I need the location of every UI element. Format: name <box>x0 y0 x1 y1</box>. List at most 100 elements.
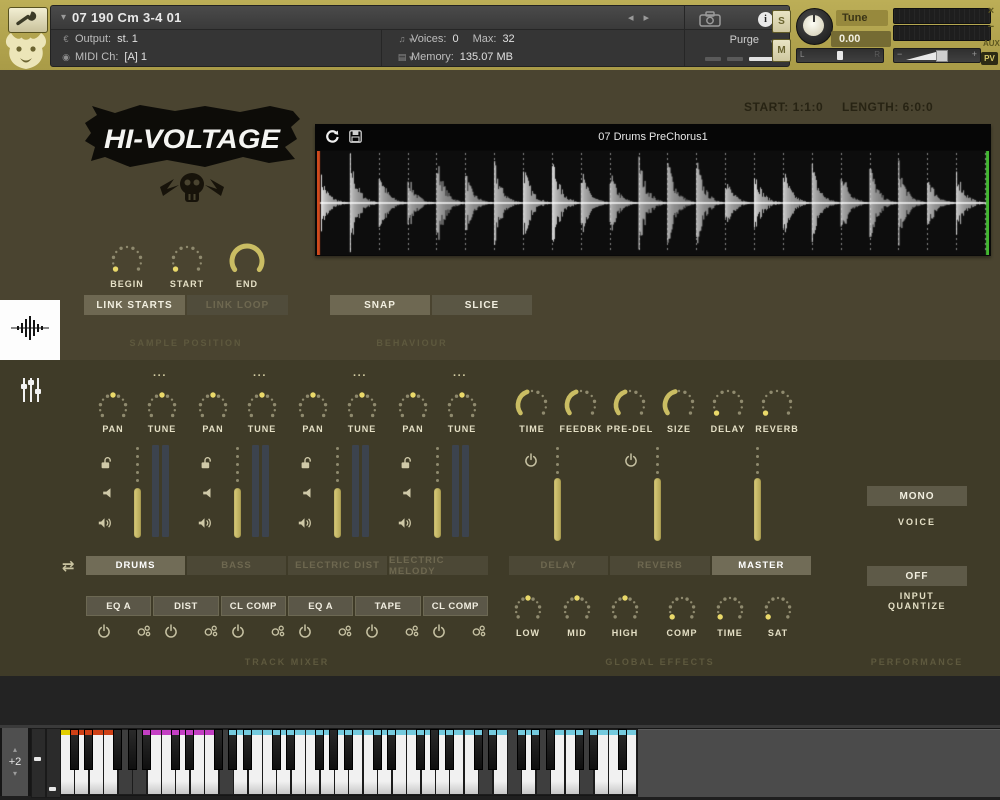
black-key-27[interactable] <box>445 729 454 770</box>
channel-2-volume-fader-handle[interactable] <box>234 488 241 538</box>
knob-master-high[interactable] <box>606 591 644 629</box>
volume-slider[interactable]: − + <box>893 48 981 63</box>
fx-slot-2-edit-icon[interactable] <box>203 624 219 643</box>
snapshot-camera-icon[interactable] <box>699 11 721 32</box>
black-key-1[interactable] <box>70 729 79 770</box>
knob-tune-2[interactable] <box>242 388 282 428</box>
knob-master-comp[interactable] <box>663 591 701 629</box>
reverb-return-fader-handle[interactable] <box>654 478 661 541</box>
black-key-32[interactable] <box>517 729 526 770</box>
mixer-tab-electric-dist[interactable]: ELECTRIC DIST <box>288 556 387 575</box>
tune-value[interactable]: 0.00 <box>831 31 891 47</box>
fx-slot-1-eq-a[interactable]: EQ A <box>86 596 151 616</box>
channel-3-lock-icon[interactable] <box>300 456 313 475</box>
fx-slot-2-power-icon[interactable] <box>164 624 178 643</box>
midi-value[interactable]: [A] 1 <box>124 51 147 63</box>
channel-4-max-volume-icon[interactable] <box>398 516 413 534</box>
fx-slot-3-edit-icon[interactable] <box>270 624 286 643</box>
channel-1-volume-fader-handle[interactable] <box>134 488 141 538</box>
input-quantize-button[interactable]: OFF <box>867 566 967 586</box>
channel-4-volume-fader[interactable] <box>429 447 445 538</box>
black-key-23[interactable] <box>387 729 396 770</box>
knob-tune-4[interactable] <box>442 388 482 428</box>
delay-return-fader[interactable] <box>549 447 565 541</box>
black-key-11[interactable] <box>214 729 223 770</box>
knob-pan-1[interactable] <box>93 388 133 428</box>
knob-master-low[interactable] <box>509 591 547 629</box>
tune-menu-icon-4[interactable]: ··· <box>453 370 467 382</box>
fx-slot-5-power-icon[interactable] <box>365 624 379 643</box>
fx-slot-1-power-icon[interactable] <box>97 624 111 643</box>
black-key-9[interactable] <box>185 729 194 770</box>
knob-pan-2[interactable] <box>193 388 233 428</box>
black-key-33[interactable] <box>531 729 540 770</box>
instrument-title-bar[interactable]: ▾ 07 190 Cm 3-4 01 <box>51 6 789 30</box>
knob-begin[interactable] <box>106 240 148 282</box>
channel-1-min-volume-icon[interactable] <box>102 486 113 504</box>
pitch-wheel[interactable] <box>31 728 46 798</box>
fx-slot-6-power-icon[interactable] <box>432 624 446 643</box>
channel-3-volume-fader[interactable] <box>329 447 345 538</box>
delay-return-fader-handle[interactable] <box>554 478 561 541</box>
master-return-fader-handle[interactable] <box>754 478 761 541</box>
black-key-34[interactable] <box>546 729 555 770</box>
pv-button[interactable]: PV <box>981 52 998 65</box>
channel-4-min-volume-icon[interactable] <box>402 486 413 504</box>
pan-slider[interactable]: L R <box>796 48 884 63</box>
knob-start[interactable] <box>166 240 208 282</box>
channel-1-volume-fader[interactable] <box>129 447 145 538</box>
black-key-26[interactable] <box>430 729 439 770</box>
knob-send-pre-del[interactable] <box>609 384 651 426</box>
master-tune-knob[interactable] <box>796 8 833 45</box>
black-key-29[interactable] <box>474 729 483 770</box>
channel-1-max-volume-icon[interactable] <box>98 516 113 534</box>
black-key-37[interactable] <box>589 729 598 770</box>
black-key-22[interactable] <box>373 729 382 770</box>
black-key-30[interactable] <box>488 729 497 770</box>
channel-3-max-volume-icon[interactable] <box>298 516 313 534</box>
pan-handle[interactable] <box>837 51 843 60</box>
channel-4-volume-fader-handle[interactable] <box>434 488 441 538</box>
black-key-36[interactable] <box>575 729 584 770</box>
channel-3-volume-fader-handle[interactable] <box>334 488 341 538</box>
black-key-19[interactable] <box>329 729 338 770</box>
black-key-4[interactable] <box>113 729 122 770</box>
channel-2-max-volume-icon[interactable] <box>198 516 213 534</box>
knob-pan-4[interactable] <box>393 388 433 428</box>
collapse-caret-icon[interactable]: ▾ <box>51 12 72 23</box>
black-key-25[interactable] <box>416 729 425 770</box>
prev-instrument-icon[interactable]: ◂ <box>628 12 644 24</box>
global-tab-reverb[interactable]: REVERB <box>610 556 709 575</box>
fx-slot-4-power-icon[interactable] <box>298 624 312 643</box>
mixer-tab-electric-melody[interactable]: ELECTRIC MELODY <box>389 556 488 575</box>
minimize-button[interactable]: − <box>983 21 999 33</box>
reverb-return-fader[interactable] <box>649 447 665 541</box>
knob-master-time[interactable] <box>711 591 749 629</box>
solo-button[interactable]: S <box>772 10 791 33</box>
black-key-15[interactable] <box>272 729 281 770</box>
knob-pan-3[interactable] <box>293 388 333 428</box>
mono-voice-button[interactable]: MONO <box>867 486 967 506</box>
fx-slot-5-tape[interactable]: TAPE <box>355 596 420 616</box>
black-key-8[interactable] <box>171 729 180 770</box>
fx-slot-4-edit-icon[interactable] <box>337 624 353 643</box>
edit-wrench-button[interactable] <box>8 7 48 33</box>
mixer-tab-drums[interactable]: DRUMS <box>86 556 185 575</box>
channel-4-lock-icon[interactable] <box>400 456 413 475</box>
black-key-39[interactable] <box>618 729 627 770</box>
channel-2-min-volume-icon[interactable] <box>202 486 213 504</box>
knob-end[interactable] <box>225 239 269 283</box>
master-return-fader[interactable] <box>749 447 765 541</box>
fx-slot-4-eq-a[interactable]: EQ A <box>288 596 353 616</box>
fx-slot-6-edit-icon[interactable] <box>471 624 487 643</box>
volume-handle[interactable] <box>936 50 948 62</box>
mute-button[interactable]: M <box>772 39 791 62</box>
global-tab-delay[interactable]: DELAY <box>509 556 608 575</box>
knob-send-size[interactable] <box>658 384 700 426</box>
mixer-tab-bass[interactable]: BASS <box>187 556 286 575</box>
reverb-power-icon[interactable] <box>624 453 638 472</box>
knob-send-reverb[interactable] <box>756 384 798 426</box>
black-key-18[interactable] <box>315 729 324 770</box>
black-key-6[interactable] <box>142 729 151 770</box>
output-value[interactable]: st. 1 <box>117 33 138 45</box>
